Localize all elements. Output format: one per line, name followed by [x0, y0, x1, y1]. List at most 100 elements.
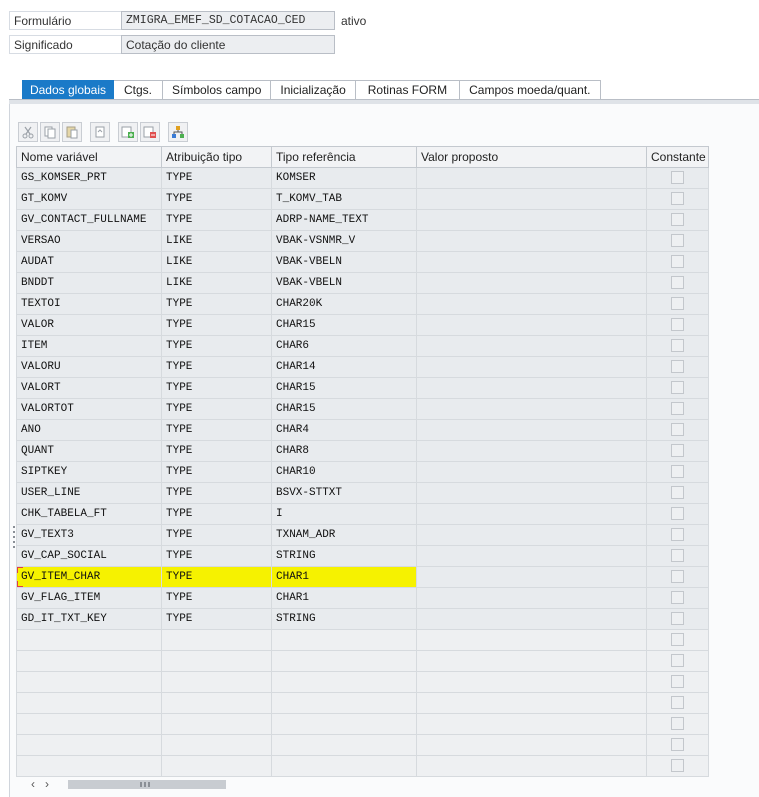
empty-table-row[interactable] [16, 629, 709, 651]
empty-cell[interactable] [16, 671, 162, 693]
table-row[interactable]: VALOR TYPE CHAR15 [16, 314, 709, 336]
empty-cell[interactable] [271, 755, 417, 777]
table-row[interactable]: GV_CONTACT_FULLNAME TYPE ADRP-NAME_TEXT [16, 209, 709, 231]
cell-valor-proposto[interactable] [416, 209, 647, 231]
cell-atribuicao-tipo[interactable]: LIKE [161, 230, 272, 252]
table-row[interactable]: GS_KOMSER_PRT TYPE KOMSER [16, 167, 709, 189]
empty-cell[interactable] [416, 713, 647, 735]
cell-atribuicao-tipo[interactable]: TYPE [161, 461, 272, 483]
constante-checkbox[interactable] [671, 549, 684, 563]
cell-nome-variavel[interactable]: VALORU [16, 356, 162, 378]
cell-nome-variavel[interactable]: GV_TEXT3 [16, 524, 162, 546]
table-row[interactable]: GV_FLAG_ITEM TYPE CHAR1 [16, 587, 709, 609]
cell-nome-variavel[interactable]: USER_LINE [16, 482, 162, 504]
constante-checkbox[interactable] [671, 297, 684, 311]
cell-atribuicao-tipo[interactable]: TYPE [161, 587, 272, 609]
table-row[interactable]: VALORT TYPE CHAR15 [16, 377, 709, 399]
cell-atribuicao-tipo[interactable]: TYPE [161, 482, 272, 504]
table-row[interactable]: VALORTOT TYPE CHAR15 [16, 398, 709, 420]
cell-atribuicao-tipo[interactable]: TYPE [161, 419, 272, 441]
cell-tipo-referencia[interactable]: CHAR1 [271, 566, 417, 588]
cell-nome-variavel[interactable]: GD_IT_TXT_KEY [16, 608, 162, 630]
table-row[interactable]: VALORU TYPE CHAR14 [16, 356, 709, 378]
cell-nome-variavel[interactable]: GV_CAP_SOCIAL [16, 545, 162, 567]
cell-valor-proposto[interactable] [416, 377, 647, 399]
table-row[interactable]: ANO TYPE CHAR4 [16, 419, 709, 441]
cell-atribuicao-tipo[interactable]: TYPE [161, 566, 272, 588]
empty-table-row[interactable] [16, 755, 709, 777]
cell-atribuicao-tipo[interactable]: TYPE [161, 608, 272, 630]
constante-checkbox[interactable] [671, 654, 684, 668]
cell-valor-proposto[interactable] [416, 503, 647, 525]
constante-checkbox[interactable] [671, 570, 684, 584]
cell-tipo-referencia[interactable]: CHAR10 [271, 461, 417, 483]
cell-atribuicao-tipo[interactable]: LIKE [161, 251, 272, 273]
cell-atribuicao-tipo[interactable]: TYPE [161, 545, 272, 567]
cell-valor-proposto[interactable] [416, 188, 647, 210]
empty-cell[interactable] [416, 734, 647, 756]
constante-checkbox[interactable] [671, 213, 684, 227]
empty-cell[interactable] [16, 692, 162, 714]
cell-atribuicao-tipo[interactable]: LIKE [161, 272, 272, 294]
empty-cell[interactable] [271, 734, 417, 756]
cell-valor-proposto[interactable] [416, 293, 647, 315]
cell-nome-variavel[interactable]: CHK_TABELA_FT [16, 503, 162, 525]
cell-atribuicao-tipo[interactable]: TYPE [161, 398, 272, 420]
empty-cell[interactable] [271, 650, 417, 672]
empty-cell[interactable] [16, 713, 162, 735]
cell-tipo-referencia[interactable]: BSVX-STTXT [271, 482, 417, 504]
cell-nome-variavel[interactable]: GV_FLAG_ITEM [16, 587, 162, 609]
empty-cell[interactable] [161, 713, 272, 735]
cell-atribuicao-tipo[interactable]: TYPE [161, 356, 272, 378]
empty-cell[interactable] [271, 629, 417, 651]
empty-cell[interactable] [161, 734, 272, 756]
table-row[interactable]: AUDAT LIKE VBAK-VBELN [16, 251, 709, 273]
cell-valor-proposto[interactable] [416, 335, 647, 357]
cell-nome-variavel[interactable]: BNDDT [16, 272, 162, 294]
cell-atribuicao-tipo[interactable]: TYPE [161, 314, 272, 336]
cell-valor-proposto[interactable] [416, 524, 647, 546]
cell-valor-proposto[interactable] [416, 545, 647, 567]
constante-checkbox[interactable] [671, 507, 684, 521]
cell-tipo-referencia[interactable]: CHAR6 [271, 335, 417, 357]
table-row[interactable]: TEXTOI TYPE CHAR20K [16, 293, 709, 315]
table-row[interactable]: CHK_TABELA_FT TYPE I [16, 503, 709, 525]
table-row[interactable]: GT_KOMV TYPE T_KOMV_TAB [16, 188, 709, 210]
col-constante[interactable]: Constante [646, 146, 709, 168]
cell-atribuicao-tipo[interactable]: TYPE [161, 440, 272, 462]
formulario-field[interactable]: ZMIGRA_EMEF_SD_COTACAO_CED [121, 11, 335, 30]
constante-checkbox[interactable] [671, 633, 684, 647]
cell-nome-variavel[interactable]: GT_KOMV [16, 188, 162, 210]
cell-valor-proposto[interactable] [416, 272, 647, 294]
cell-atribuicao-tipo[interactable]: TYPE [161, 167, 272, 189]
constante-checkbox[interactable] [671, 234, 684, 248]
cell-tipo-referencia[interactable]: CHAR14 [271, 356, 417, 378]
cell-tipo-referencia[interactable]: CHAR15 [271, 398, 417, 420]
col-atribuicao-tipo[interactable]: Atribuição tipo [161, 146, 272, 168]
cell-nome-variavel[interactable]: GV_CONTACT_FULLNAME [16, 209, 162, 231]
constante-checkbox[interactable] [671, 402, 684, 416]
empty-cell[interactable] [271, 713, 417, 735]
cell-atribuicao-tipo[interactable]: TYPE [161, 188, 272, 210]
empty-cell[interactable] [271, 671, 417, 693]
table-row[interactable]: GD_IT_TXT_KEY TYPE STRING [16, 608, 709, 630]
cell-tipo-referencia[interactable]: STRING [271, 545, 417, 567]
cell-nome-variavel[interactable]: GS_KOMSER_PRT [16, 167, 162, 189]
scroll-left-icon[interactable]: ‹ [26, 777, 40, 791]
cell-tipo-referencia[interactable]: CHAR8 [271, 440, 417, 462]
table-row[interactable]: QUANT TYPE CHAR8 [16, 440, 709, 462]
cell-nome-variavel[interactable]: VALOR [16, 314, 162, 336]
empty-cell[interactable] [416, 629, 647, 651]
cell-valor-proposto[interactable] [416, 314, 647, 336]
cell-nome-variavel[interactable]: VERSAO [16, 230, 162, 252]
cell-valor-proposto[interactable] [416, 398, 647, 420]
constante-checkbox[interactable] [671, 591, 684, 605]
constante-checkbox[interactable] [671, 675, 684, 689]
constante-checkbox[interactable] [671, 192, 684, 206]
constante-checkbox[interactable] [671, 444, 684, 458]
cell-tipo-referencia[interactable]: TXNAM_ADR [271, 524, 417, 546]
tab-simbolos-campo[interactable]: Símbolos campo [163, 80, 272, 100]
cell-tipo-referencia[interactable]: I [271, 503, 417, 525]
cell-nome-variavel[interactable]: QUANT [16, 440, 162, 462]
empty-table-row[interactable] [16, 734, 709, 756]
